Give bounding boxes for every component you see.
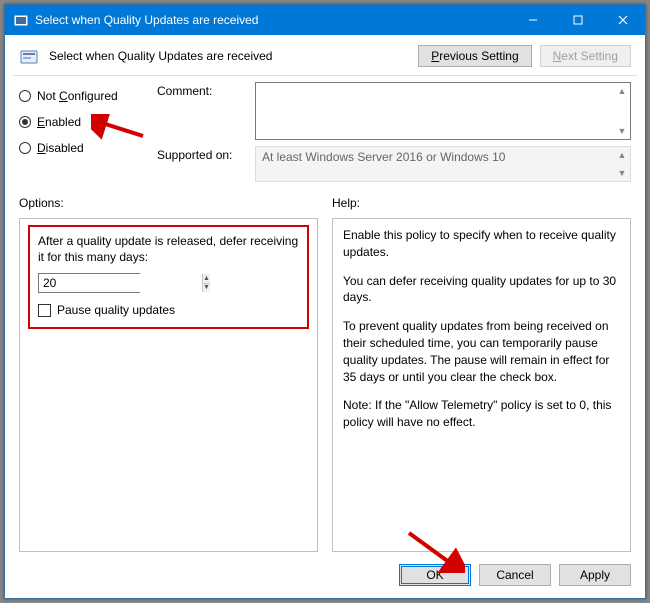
radio-disabled[interactable]: Disabled (19, 141, 147, 155)
defer-days-input[interactable] (39, 274, 202, 292)
checkbox-icon (38, 304, 51, 317)
radio-icon (19, 116, 31, 128)
help-paragraph: You can defer receiving quality updates … (343, 273, 620, 307)
state-radio-group: Not Configured Enabled Disabled (19, 82, 147, 182)
spin-buttons: ▲ ▼ (202, 274, 210, 292)
section-labels: Options: Help: (5, 186, 645, 214)
pause-updates-label: Pause quality updates (57, 303, 175, 317)
pause-updates-checkbox-row[interactable]: Pause quality updates (38, 303, 299, 317)
supported-on-text: At least Windows Server 2016 or Windows … (262, 150, 505, 164)
help-panel: Enable this policy to specify when to re… (332, 218, 631, 552)
options-panel: After a quality update is released, defe… (19, 218, 318, 552)
help-label: Help: (332, 196, 631, 210)
defer-days-label: After a quality update is released, defe… (38, 233, 299, 265)
maximize-button[interactable] (555, 5, 600, 35)
spin-down-button[interactable]: ▼ (203, 283, 210, 293)
scroll-up-icon[interactable]: ▲ (616, 149, 628, 161)
titlebar: Select when Quality Updates are received (5, 5, 645, 35)
radio-not-configured[interactable]: Not Configured (19, 89, 147, 103)
comment-textarea[interactable]: ▲ ▼ (255, 82, 631, 140)
app-icon (13, 12, 29, 28)
fields-column: Comment: ▲ ▼ Supported on: At least Wind… (157, 82, 631, 182)
radio-icon (19, 142, 31, 154)
nav-buttons: Previous Setting Next Setting (418, 45, 631, 67)
next-setting-button[interactable]: Next Setting (540, 45, 631, 67)
spin-up-button[interactable]: ▲ (203, 274, 210, 283)
supported-label: Supported on: (157, 146, 247, 162)
radio-enabled[interactable]: Enabled (19, 115, 147, 129)
config-section: Not Configured Enabled Disabled Comment:… (5, 76, 645, 186)
apply-button[interactable]: Apply (559, 564, 631, 586)
defer-days-spinbox[interactable]: ▲ ▼ (38, 273, 140, 293)
help-paragraph: Note: If the "Allow Telemetry" policy is… (343, 397, 620, 431)
window-buttons (510, 5, 645, 35)
scroll-down-icon[interactable]: ▼ (616, 167, 628, 179)
previous-setting-button[interactable]: Previous Setting (418, 45, 531, 67)
comment-label: Comment: (157, 82, 247, 98)
options-label: Options: (19, 196, 318, 210)
policy-dialog: Select when Quality Updates are received… (4, 4, 646, 599)
header-row: Select when Quality Updates are received… (5, 35, 645, 75)
minimize-button[interactable] (510, 5, 555, 35)
window-title: Select when Quality Updates are received (35, 13, 510, 27)
help-paragraph: Enable this policy to specify when to re… (343, 227, 620, 261)
header-title: Select when Quality Updates are received (49, 49, 408, 63)
cancel-button[interactable]: Cancel (479, 564, 551, 586)
help-paragraph: To prevent quality updates from being re… (343, 318, 620, 385)
comment-row: Comment: ▲ ▼ (157, 82, 631, 140)
options-highlight: After a quality update is released, defe… (28, 225, 309, 329)
supported-on-box: At least Windows Server 2016 or Windows … (255, 146, 631, 182)
policy-icon (19, 46, 39, 66)
scroll-down-icon[interactable]: ▼ (616, 125, 628, 137)
close-button[interactable] (600, 5, 645, 35)
panels: After a quality update is released, defe… (5, 214, 645, 556)
ok-button[interactable]: OK (399, 564, 471, 586)
dialog-footer: OK Cancel Apply (5, 556, 645, 598)
radio-icon (19, 90, 31, 102)
supported-row: Supported on: At least Windows Server 20… (157, 146, 631, 182)
scroll-up-icon[interactable]: ▲ (616, 85, 628, 97)
